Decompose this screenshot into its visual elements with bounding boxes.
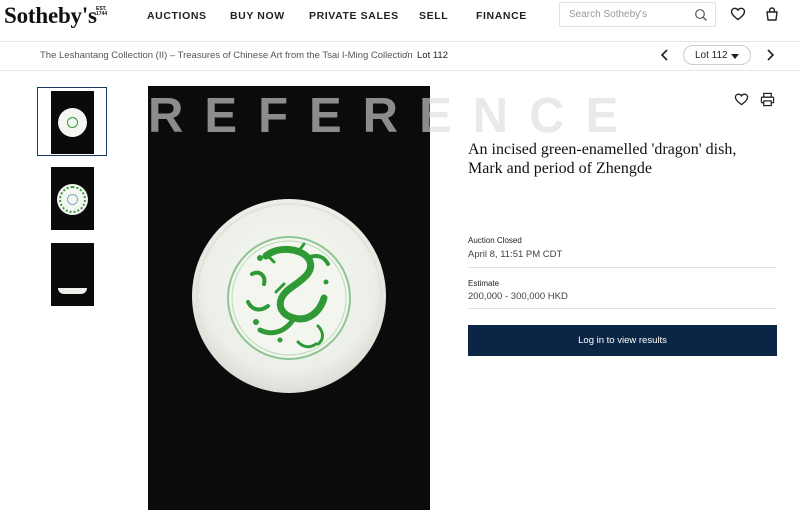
search-input[interactable]: [569, 7, 689, 22]
print-icon[interactable]: [760, 92, 775, 107]
lot-title-line-2: Mark and period of Zhengde: [468, 160, 652, 177]
caret-down-icon: [731, 54, 739, 59]
next-lot-chevron-icon[interactable]: [764, 48, 776, 62]
heart-icon[interactable]: [730, 6, 746, 22]
lot-selector-label: Lot 112: [695, 50, 728, 61]
estimate-value: 200,000 - 300,000 HKD: [468, 291, 568, 302]
thumbnail-dish-side-image: [58, 288, 87, 294]
search-box[interactable]: [559, 2, 716, 27]
divider: [468, 308, 777, 309]
breadcrumb-current-lot: Lot 112: [417, 50, 448, 61]
thumbnail-dish-image: [58, 108, 87, 137]
nav-private-sales[interactable]: PRIVATE SALES: [309, 10, 399, 22]
lot-title: An incised green-enamelled 'dragon' dish…: [468, 140, 768, 178]
estimate-label: Estimate: [468, 279, 500, 288]
lot-main-image[interactable]: [148, 86, 430, 510]
breadcrumb-separator: /: [405, 50, 408, 61]
login-to-view-results-button[interactable]: Log in to view results: [468, 325, 777, 356]
top-navigation-bar: Sotheby's EST. 1744 AUCTIONS BUY NOW PRI…: [0, 0, 800, 42]
nav-buy-now[interactable]: BUY NOW: [230, 10, 285, 22]
logo-est-mark: EST. 1744: [96, 6, 108, 17]
bag-icon[interactable]: [764, 6, 780, 22]
dragon-dish-image: [192, 199, 386, 393]
favorite-heart-icon[interactable]: [734, 92, 749, 107]
nav-auctions[interactable]: AUCTIONS: [147, 10, 207, 22]
breadcrumb-collection-link[interactable]: The Leshantang Collection (II) – Treasur…: [40, 50, 413, 61]
thumbnail-side-view[interactable]: [51, 243, 94, 306]
divider: [468, 267, 777, 268]
lot-selector-dropdown[interactable]: Lot 112: [683, 45, 751, 65]
search-icon[interactable]: [694, 8, 708, 22]
nav-sell[interactable]: SELL: [419, 10, 448, 22]
lot-title-line-1: An incised green-enamelled 'dragon' dish…: [468, 141, 737, 158]
auction-status-value: April 8, 11:51 PM CDT: [468, 249, 563, 260]
nav-finance[interactable]: FINANCE: [476, 10, 527, 22]
reference-watermark: REFERENCE: [148, 89, 640, 143]
thumbnail-front-view[interactable]: [51, 91, 94, 154]
auction-status-label: Auction Closed: [468, 236, 522, 245]
thumbnail-dish-back-image: [57, 184, 88, 215]
thumbnail-back-view[interactable]: [51, 167, 94, 230]
sothebys-logo[interactable]: Sotheby's: [4, 3, 97, 29]
previous-lot-chevron-icon[interactable]: [659, 48, 671, 62]
